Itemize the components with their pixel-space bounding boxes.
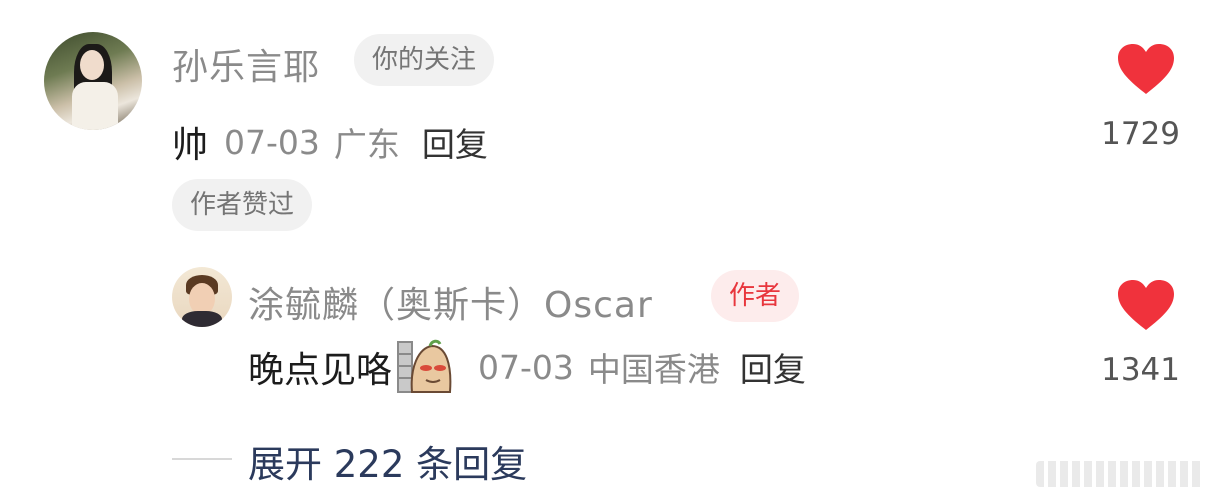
comment-location: 广东 bbox=[333, 125, 400, 164]
reply-text: 晚点见咯 bbox=[248, 350, 393, 391]
reply-username[interactable]: 涂毓麟（奥斯卡）Oscar bbox=[248, 276, 653, 328]
comment-date: 07-03 bbox=[224, 122, 320, 162]
reply-like-count: 1341 bbox=[1101, 352, 1180, 388]
reply-author-avatar[interactable] bbox=[172, 267, 232, 327]
comment-reply-button[interactable]: 回复 bbox=[422, 118, 488, 166]
watermark bbox=[1036, 461, 1204, 487]
reply-date: 07-03 bbox=[478, 347, 574, 387]
follow-badge: 你的关注 bbox=[354, 34, 495, 86]
reply-reply-button[interactable]: 回复 bbox=[740, 343, 806, 391]
potato-sticker-icon bbox=[396, 338, 454, 396]
reply-location: 中国香港 bbox=[587, 350, 720, 389]
like-heart-icon[interactable] bbox=[1118, 44, 1174, 96]
comment-like-count: 1729 bbox=[1101, 116, 1180, 152]
reply-like-heart-icon[interactable] bbox=[1118, 280, 1174, 332]
author-badge: 作者 bbox=[711, 270, 800, 322]
comment-line: 帅 07-03 广东 回复 bbox=[172, 116, 488, 168]
reply-line: 晚点见咯 07-03 中国香港 回复 bbox=[248, 338, 806, 396]
expand-replies-button[interactable]: 展开 222 条回复 bbox=[248, 434, 527, 488]
comment-text: 帅 bbox=[172, 125, 209, 166]
author-liked-badge: 作者赞过 bbox=[172, 179, 313, 231]
commenter-avatar[interactable] bbox=[44, 32, 142, 130]
expand-divider bbox=[172, 458, 232, 460]
commenter-username[interactable]: 孙乐言耶 bbox=[172, 38, 320, 90]
